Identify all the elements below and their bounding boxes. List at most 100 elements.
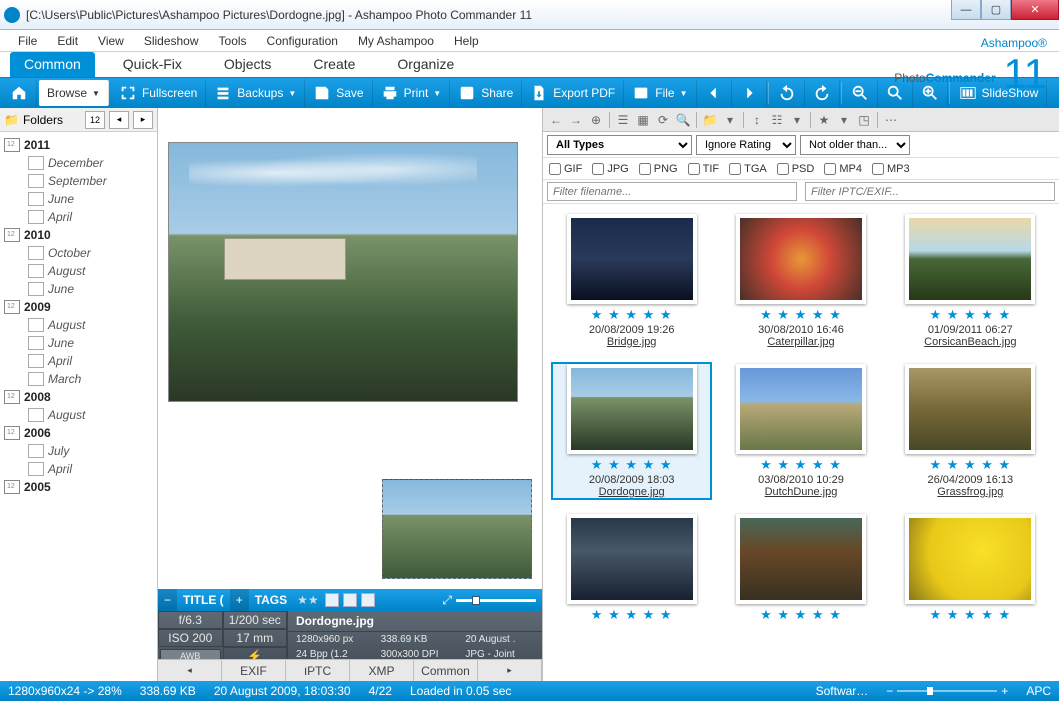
tab-organize[interactable]: Organize bbox=[383, 52, 468, 77]
thumbnail-item[interactable]: ★ ★ ★ ★ ★30/08/2010 16:46Caterpillar.jpg bbox=[720, 212, 881, 350]
rotate-right-button[interactable] bbox=[805, 79, 840, 107]
month-october[interactable]: October bbox=[2, 244, 155, 262]
rating-stars[interactable]: ★ ★ ★ ★ ★ bbox=[591, 457, 673, 473]
share-button[interactable]: Share bbox=[450, 79, 522, 107]
next-folder-button[interactable]: ▸ bbox=[133, 111, 153, 129]
browse-button[interactable]: Browse ▼ bbox=[39, 80, 109, 106]
more-icon[interactable]: ⋯ bbox=[882, 111, 900, 129]
expand-icon[interactable]: ◳ bbox=[855, 111, 873, 129]
tab-objects[interactable]: Objects bbox=[210, 52, 285, 77]
zoom-out-button[interactable] bbox=[843, 79, 878, 107]
month-april[interactable]: April bbox=[2, 208, 155, 226]
thumbnail-item[interactable]: ★ ★ ★ ★ ★20/08/2009 18:03Dordogne.jpg bbox=[551, 362, 712, 500]
thumbnail-item[interactable]: ★ ★ ★ ★ ★ bbox=[551, 512, 712, 625]
save-button[interactable]: Save bbox=[305, 79, 372, 107]
fwd-icon[interactable]: → bbox=[567, 111, 585, 129]
navigator-thumbnail[interactable] bbox=[382, 479, 532, 579]
month-july[interactable]: July bbox=[2, 442, 155, 460]
export-pdf-button[interactable]: Export PDF bbox=[522, 79, 624, 107]
up-icon[interactable]: ⊕ bbox=[587, 111, 605, 129]
checkbox-tif[interactable]: TIF bbox=[688, 163, 720, 175]
print-button[interactable]: Print ▼ bbox=[373, 79, 451, 107]
calendar-toggle-icon[interactable]: 12 bbox=[85, 111, 105, 129]
thumbnail-grid[interactable]: ★ ★ ★ ★ ★20/08/2009 19:26Bridge.jpg★ ★ ★… bbox=[543, 204, 1059, 681]
month-june[interactable]: June bbox=[2, 334, 155, 352]
volume-slider[interactable]: −+ bbox=[886, 684, 1008, 698]
rating-stars[interactable]: ★ ★ ★ ★ ★ bbox=[760, 607, 842, 623]
thumbnail-item[interactable]: ★ ★ ★ ★ ★ bbox=[720, 512, 881, 625]
menu-tools[interactable]: Tools bbox=[209, 31, 257, 51]
year-2006[interactable]: 2006 bbox=[2, 424, 155, 442]
thumb-icon[interactable] bbox=[325, 593, 339, 607]
next-button[interactable] bbox=[732, 79, 767, 107]
thumbnail-item[interactable]: ★ ★ ★ ★ ★03/08/2010 10:29DutchDune.jpg bbox=[720, 362, 881, 500]
menu-file[interactable]: File bbox=[8, 31, 47, 51]
file-button[interactable]: File ▼ bbox=[624, 79, 696, 107]
checkbox-mp4[interactable]: MP4 bbox=[824, 163, 862, 175]
view-grid-icon[interactable]: ▦ bbox=[634, 111, 652, 129]
checkbox-mp3[interactable]: MP3 bbox=[872, 163, 910, 175]
thumbnail-item[interactable]: ★ ★ ★ ★ ★20/08/2009 19:26Bridge.jpg bbox=[551, 212, 712, 350]
prev-folder-button[interactable]: ◂ bbox=[109, 111, 129, 129]
refresh-icon[interactable]: ⟳ bbox=[654, 111, 672, 129]
zoom-slider[interactable]: ⤢ bbox=[442, 593, 536, 608]
menu-help[interactable]: Help bbox=[444, 31, 489, 51]
tab-quick-fix[interactable]: Quick-Fix bbox=[109, 52, 196, 77]
tab-common[interactable]: Common bbox=[10, 52, 95, 77]
month-december[interactable]: December bbox=[2, 154, 155, 172]
month-april[interactable]: April bbox=[2, 460, 155, 478]
star-icon[interactable]: ★ bbox=[815, 111, 833, 129]
checkbox-png[interactable]: PNG bbox=[639, 163, 678, 175]
add-tag-button[interactable]: + bbox=[230, 589, 249, 611]
sort-icon[interactable]: ↕ bbox=[748, 111, 766, 129]
month-august[interactable]: August bbox=[2, 262, 155, 280]
rating-filter-select[interactable]: Ignore Rating bbox=[696, 135, 796, 155]
prev-button[interactable] bbox=[697, 79, 732, 107]
filename-filter-input[interactable] bbox=[547, 182, 797, 201]
minimize-button[interactable]: — bbox=[951, 0, 981, 20]
month-september[interactable]: September bbox=[2, 172, 155, 190]
folder-icon2[interactable]: 📁 bbox=[701, 111, 719, 129]
rating-stars[interactable]: ★ ★ ★ ★ ★ bbox=[760, 457, 842, 473]
menu-my-ashampoo[interactable]: My Ashampoo bbox=[348, 31, 444, 51]
fullscreen-button[interactable]: Fullscreen bbox=[111, 79, 206, 107]
menu-configuration[interactable]: Configuration bbox=[257, 31, 348, 51]
year-2009[interactable]: 2009 bbox=[2, 298, 155, 316]
year-2008[interactable]: 2008 bbox=[2, 388, 155, 406]
month-june[interactable]: June bbox=[2, 280, 155, 298]
rating-stars[interactable]: ★ ★ ★ ★ ★ bbox=[929, 307, 1011, 323]
histogram-icon[interactable] bbox=[343, 593, 357, 607]
maximize-button[interactable]: ▢ bbox=[981, 0, 1011, 20]
close-button[interactable]: ✕ bbox=[1011, 0, 1059, 20]
thumbnail-item[interactable]: ★ ★ ★ ★ ★01/09/2011 06:27CorsicanBeach.j… bbox=[890, 212, 1051, 350]
month-april[interactable]: April bbox=[2, 352, 155, 370]
tag-icon[interactable]: ▾ bbox=[721, 111, 739, 129]
age-filter-select[interactable]: Not older than... bbox=[800, 135, 910, 155]
year-2005[interactable]: 2005 bbox=[2, 478, 155, 496]
type-filter-select[interactable]: All Types bbox=[547, 135, 692, 155]
meta-prev-button[interactable]: ◂ bbox=[158, 660, 222, 681]
collapse-button[interactable]: − bbox=[158, 589, 177, 611]
star-dd-icon[interactable]: ▾ bbox=[835, 111, 853, 129]
rating-stars[interactable]: ★ ★ ★ ★ ★ bbox=[929, 457, 1011, 473]
tab-exif[interactable]: EXIF bbox=[222, 660, 286, 681]
checkbox-gif[interactable]: GIF bbox=[549, 163, 582, 175]
tab-create[interactable]: Create bbox=[299, 52, 369, 77]
filter-icon[interactable]: ☷ bbox=[768, 111, 786, 129]
rating-stars[interactable]: ★ ★ ★ ★ ★ bbox=[760, 307, 842, 323]
checkbox-jpg[interactable]: JPG bbox=[592, 163, 628, 175]
menu-slideshow[interactable]: Slideshow bbox=[134, 31, 209, 51]
fullscreen-mini-icon[interactable]: ⤢ bbox=[442, 593, 452, 608]
size-icon[interactable] bbox=[361, 593, 375, 607]
options-icon[interactable]: ▾ bbox=[788, 111, 806, 129]
checkbox-psd[interactable]: PSD bbox=[777, 163, 815, 175]
rating-stars[interactable]: ★ ★ ★ ★ ★ bbox=[929, 607, 1011, 623]
rotate-left-button[interactable] bbox=[770, 79, 805, 107]
tags-tab[interactable]: TAGS bbox=[249, 589, 293, 611]
month-august[interactable]: August bbox=[2, 406, 155, 424]
search-icon[interactable]: 🔍 bbox=[674, 111, 692, 129]
thumbnail-item[interactable]: ★ ★ ★ ★ ★ bbox=[890, 512, 1051, 625]
backups-button[interactable]: Backups ▼ bbox=[206, 79, 305, 107]
rating-stars[interactable]: ★ ★ ★ ★ ★ bbox=[591, 607, 673, 623]
folder-tree[interactable]: 2011DecemberSeptemberJuneApril2010Octobe… bbox=[0, 132, 157, 681]
